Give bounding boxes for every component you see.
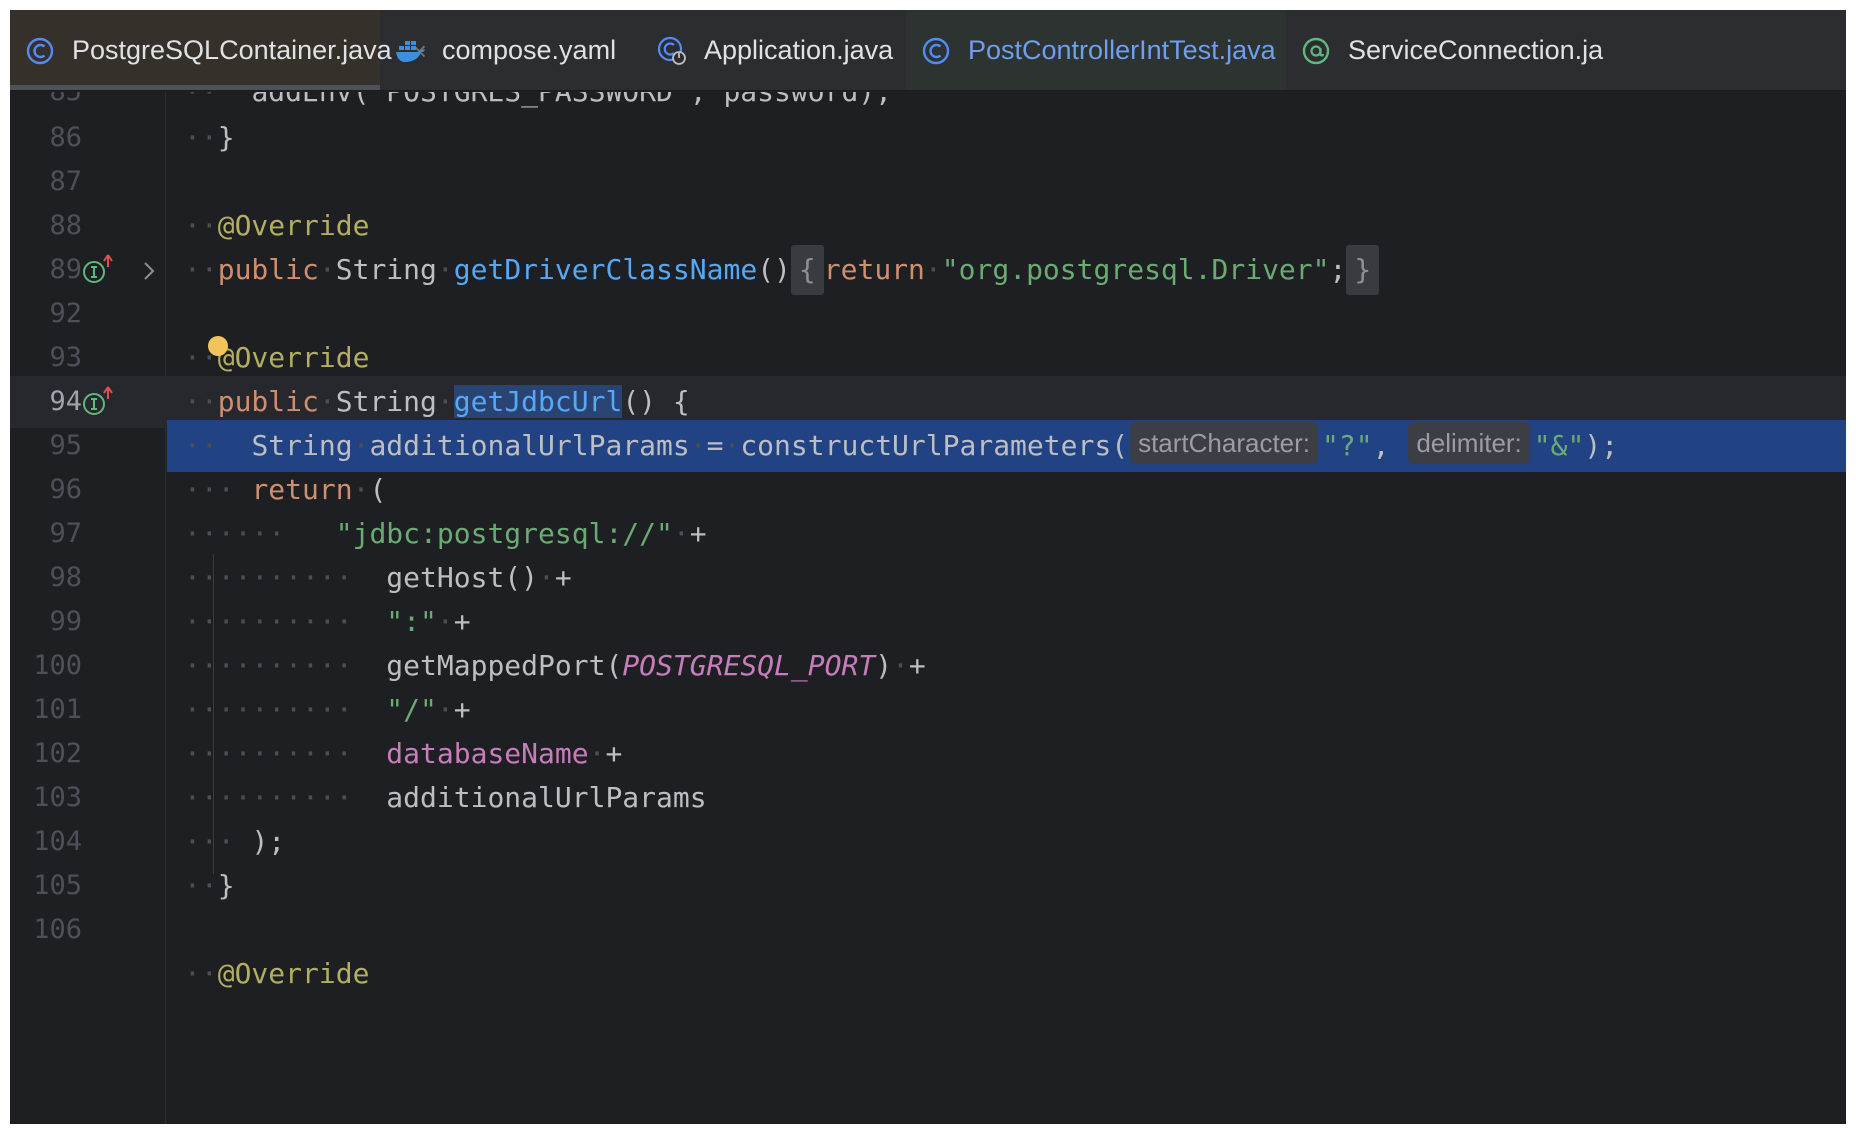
string-literal: "?" [1322,429,1373,462]
parens: () [757,253,791,286]
tab-compose-yaml[interactable]: compose.yaml [380,10,642,90]
type: String [335,253,437,286]
variable: additionalUrlParams [386,781,707,814]
implements-method-icon[interactable] [80,385,114,419]
paren: ( [369,473,387,506]
operator: + [554,561,572,594]
tab-label: Application.java [704,35,894,65]
code-text: () { [622,385,690,418]
operator: + [908,649,926,682]
operator: = [706,429,724,462]
method-name: getJdbcUrl [453,385,623,418]
type: String [335,385,437,418]
docker-icon [396,40,425,62]
operator: + [605,737,623,770]
class-icon [26,37,54,64]
tab-serviceconnection[interactable]: ServiceConnection.ja [1286,10,1625,90]
operator: + [689,517,707,550]
code-text: ); [251,825,286,858]
method-call: constructUrlParameters( [740,429,1129,462]
parameter-hint: startCharacter: [1130,422,1319,464]
spring-boot-class-icon [657,36,686,65]
tab-postgresqlcontainer[interactable]: PostgreSQLContainer.java × [10,10,427,90]
tab-label: compose.yaml [442,35,617,65]
code-text: addEnv("POSTGRES_PASSWORD", password); [251,92,892,108]
tab-postcontrollerinttest[interactable]: PostControllerIntTest.java [906,10,1286,90]
constant: POSTGRESQL_PORT [622,649,876,682]
tab-label: PostgreSQLContainer.java [72,35,392,65]
operator: + [453,605,471,638]
operator: + [453,693,471,726]
tab-application-java[interactable]: Application.java [642,10,906,90]
code-line-partial[interactable]: ··@Override [10,948,1846,1000]
method-name: getDriverClassName [453,253,758,286]
string-literal: "jdbc:postgresql://" [335,517,673,550]
type: String [251,429,353,462]
method-call: getMappedPort( [386,649,623,682]
keyword: return [823,253,925,286]
string-literal: "org.postgresql.Driver" [941,253,1330,286]
code-area[interactable]: 85 ·· addEnv("POSTGRES_PASSWORD", passwo… [10,92,1846,1124]
paren: ) [875,649,893,682]
annotation: @Override [217,209,370,242]
variable: additionalUrlParams [369,429,690,462]
code-editor[interactable]: 85 ·· addEnv("POSTGRES_PASSWORD", passwo… [10,92,1846,1124]
annotation: @Override [217,341,370,374]
comma: , [1372,429,1390,462]
code-text: ); [1584,429,1619,462]
annotation-icon [1302,37,1330,64]
lightbulb-icon[interactable] [208,336,228,356]
editor-tab-bar: PostgreSQLContainer.java × compose.yaml … [10,10,1846,91]
semicolon: ; [1329,253,1347,286]
keyword: public [217,253,319,286]
tab-label: ServiceConnection.ja [1348,35,1604,65]
keyword: public [217,385,319,418]
field: databaseName [386,737,589,770]
string-literal: "/" [386,693,437,726]
tab-label: PostControllerIntTest.java [968,35,1276,65]
closing-brace: } [217,121,235,154]
method-call: getHost() [386,561,539,594]
string-literal: ":" [386,605,437,638]
implements-method-icon[interactable] [80,253,114,287]
closing-brace: } [217,869,235,902]
string-literal: "&" [1533,429,1585,462]
annotation: @Override [217,957,370,990]
keyword: return [251,473,353,506]
parameter-hint: delimiter: [1408,422,1530,464]
class-icon [922,37,950,64]
ide-window: PostgreSQLContainer.java × compose.yaml … [10,10,1846,1124]
chevron-right-icon[interactable] [140,260,158,282]
